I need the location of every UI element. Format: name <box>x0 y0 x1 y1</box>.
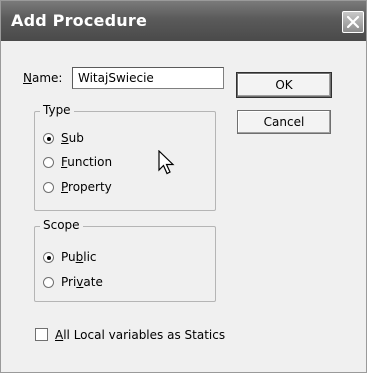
mouse-cursor-icon <box>158 150 175 175</box>
name-input-value: WitajSwiecie <box>78 71 154 85</box>
type-group-title: Type <box>40 103 74 117</box>
scope-private-label: Private <box>61 275 103 289</box>
title-bar[interactable]: Add Procedure <box>1 1 366 41</box>
type-property-label: Property <box>61 180 112 194</box>
radio-button-private[interactable] <box>43 277 54 288</box>
radio-button-public[interactable] <box>43 252 54 263</box>
scope-public-label: Public <box>61 250 97 264</box>
close-button[interactable] <box>342 11 364 33</box>
name-input[interactable]: WitajSwiecie <box>72 67 224 89</box>
close-icon <box>346 15 360 29</box>
all-local-statics-label[interactable]: All Local variables as Statics <box>55 328 225 342</box>
radio-button-function[interactable] <box>43 157 54 168</box>
name-label: Name: <box>23 71 63 85</box>
type-sub-label: Sub <box>61 131 84 145</box>
cancel-button[interactable]: Cancel <box>237 110 331 134</box>
dialog-title: Add Procedure <box>11 11 147 30</box>
ok-button[interactable]: OK <box>236 72 332 98</box>
radio-button-property[interactable] <box>43 182 54 193</box>
radio-button-sub[interactable] <box>43 133 54 144</box>
scope-group-title: Scope <box>40 218 83 232</box>
all-local-statics-checkbox[interactable] <box>35 328 48 341</box>
type-function-label: Function <box>61 155 113 169</box>
add-procedure-dialog: Add Procedure Name: WitajSwiecie OK Canc… <box>0 0 367 373</box>
scope-group <box>34 226 216 302</box>
